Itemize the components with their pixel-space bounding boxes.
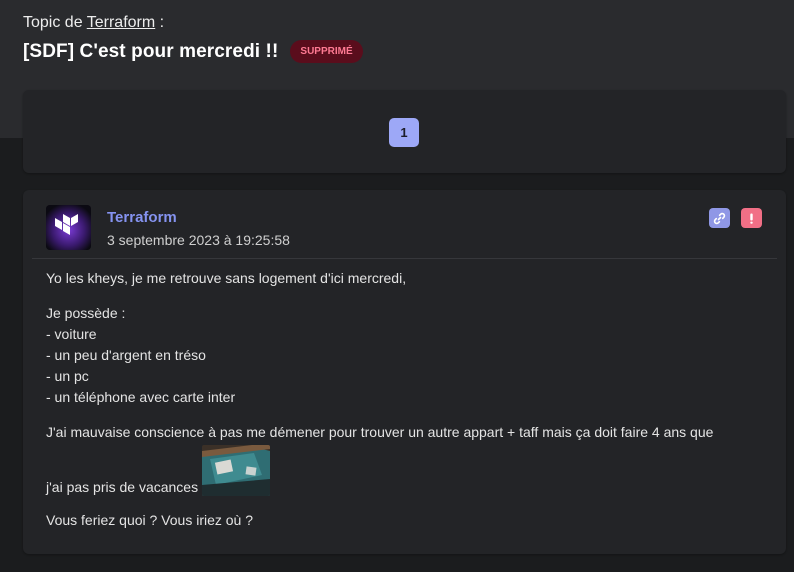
topic-suffix: : (155, 14, 165, 31)
list-item: - un peu d'argent en tréso (46, 347, 206, 363)
avatar[interactable] (46, 205, 91, 250)
sticker-line: j'ai pas pris de vacances (46, 445, 776, 496)
list-item: - voiture (46, 326, 97, 342)
topic-prefix: Topic de (23, 14, 87, 31)
page-title: [SDF] C'est pour mercredi !! (23, 40, 279, 62)
list-item: - un téléphone avec carte inter (46, 389, 236, 405)
status-badge: SUPPRIMÉ (290, 40, 363, 63)
post-divider (32, 258, 777, 259)
post-date: 3 septembre 2023 à 19:25:58 (107, 232, 290, 248)
page-button-current[interactable]: 1 (389, 118, 419, 147)
terraform-logo-icon (46, 205, 91, 250)
post-paragraph: Yo les kheys, je me retrouve sans logeme… (46, 270, 407, 286)
topic-line: Topic de Terraform : (23, 14, 164, 32)
post-author[interactable]: Terraform (107, 209, 177, 226)
title-row: [SDF] C'est pour mercredi !! SUPPRIMÉ (23, 40, 363, 63)
post-paragraph: Vous feriez quoi ? Vous iriez où ? (46, 512, 254, 528)
list-intro: Je possède : (46, 305, 126, 321)
post-paragraph: j'ai pas pris de vacances (46, 479, 199, 495)
topic-author-link[interactable]: Terraform (87, 14, 155, 31)
post-card: Terraform 3 septembre 2023 à 19:25:58 Yo… (23, 190, 786, 554)
report-button[interactable] (741, 208, 762, 228)
sticker-image[interactable] (202, 445, 271, 496)
list-item: - un pc (46, 368, 89, 384)
sticker-picture (202, 445, 271, 496)
permalink-button[interactable] (709, 208, 730, 228)
post-paragraph: J'ai mauvaise conscience à pas me démene… (46, 424, 714, 440)
pagination-card: 1 (23, 90, 786, 173)
link-icon (713, 212, 726, 224)
post-body: Yo les kheys, je me retrouve sans logeme… (46, 268, 776, 545)
possessions-list: Je possède : - voiture - un peu d'argent… (46, 303, 776, 408)
exclamation-icon (750, 213, 753, 224)
